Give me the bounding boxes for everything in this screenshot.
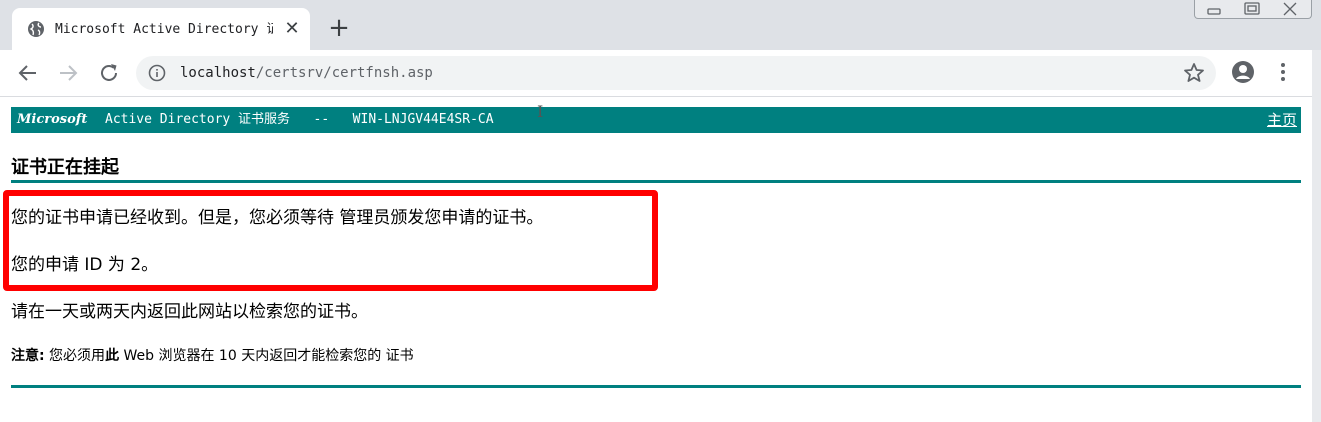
tab-title: Microsoft Active Directory 证书服务 [55,22,273,37]
request-id-message: 您的申请 ID 为 2。 [11,255,159,275]
microsoft-brand: Microsoft [17,112,88,127]
received-message: 您的证书申请已经收到。但是，您必须等待 管理员颁发您申请的证书。 [11,208,544,228]
star-icon[interactable] [1182,61,1206,85]
certsrv-header-bar: Microsoft Active Directory 证书服务 -- WIN-L… [11,107,1301,133]
profile-icon[interactable] [1231,60,1255,84]
back-icon[interactable] [16,61,40,85]
note-pre: 您必须用 [44,348,106,364]
return-message: 请在一天或两天内返回此网站以检索您的证书。 [11,302,368,322]
restore-icon[interactable] [1237,1,1267,17]
window-right-edge [1312,50,1321,422]
url-host: localhost [180,65,256,81]
text-cursor-icon: I [537,102,544,121]
close-icon[interactable] [1275,1,1305,17]
reload-icon[interactable] [97,61,121,85]
url-text[interactable]: localhost/certsrv/certfnsh.asp [180,63,433,83]
info-icon[interactable] [148,64,166,82]
browser-tab[interactable]: Microsoft Active Directory 证书服务 ✕ [12,8,310,50]
note-label: 注意: [11,348,45,364]
browser-toolbar: localhost/certsrv/certfnsh.asp [0,50,1321,97]
new-tab-button[interactable]: + [325,15,353,43]
note-text: 注意: 您必须用此 Web 浏览器在 10 天内返回才能检索您的 证书 [11,345,414,367]
address-bar[interactable]: localhost/certsrv/certfnsh.asp [136,56,1216,90]
browser-titlebar: Microsoft Active Directory 证书服务 ✕ + [0,0,1321,50]
forward-icon[interactable] [56,61,80,85]
minimize-icon[interactable] [1199,1,1229,17]
tab-close-icon[interactable]: ✕ [282,19,302,39]
service-title: Active Directory 证书服务 -- WIN-LNJGV44E4SR… [105,112,494,127]
url-path: /certsrv/certfnsh.asp [255,65,433,81]
top-divider [11,180,1301,183]
note-bold: 此 [105,348,120,364]
bottom-divider [11,385,1301,388]
home-link[interactable]: 主页 [1267,110,1297,130]
note-post: Web 浏览器在 10 天内返回才能检索您的 证书 [119,348,414,364]
globe-icon [28,21,44,37]
window-controls [1194,0,1312,19]
page-title: 证书正在挂起 [11,157,119,178]
menu-icon[interactable] [1271,60,1295,84]
